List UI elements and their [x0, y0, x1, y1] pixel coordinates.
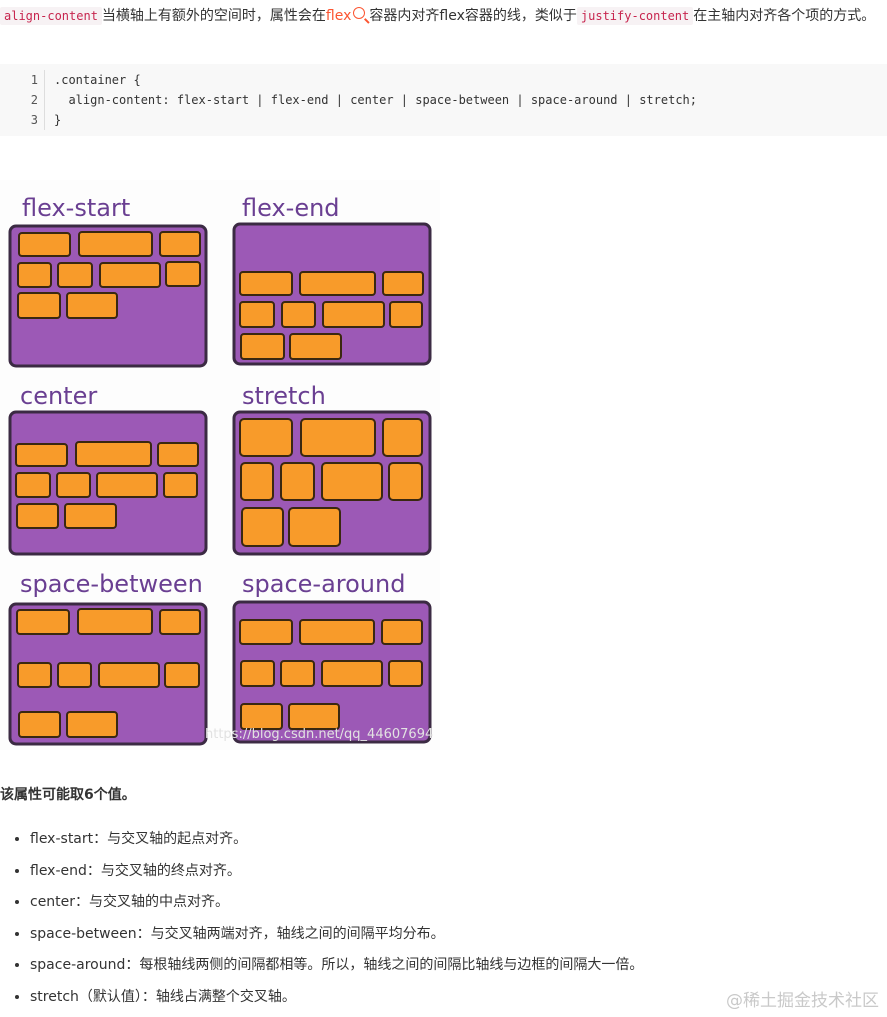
search-icon [353, 7, 366, 19]
label-flex-end: flex-end [242, 194, 340, 222]
brick [381, 619, 423, 645]
image-watermark: https://blog.csdn.net/qq_44607694 [205, 727, 434, 742]
line-number: 2 [30, 93, 38, 107]
brick [56, 472, 91, 498]
brick [388, 660, 423, 687]
brand-watermark: @稀土掘金技术社区 [726, 991, 879, 1011]
brick [17, 292, 61, 319]
code-text: .container { [54, 73, 141, 87]
flex-search-link[interactable]: flex [326, 7, 369, 24]
brick [57, 262, 93, 288]
brick [280, 462, 315, 501]
code-block: 1 .container { 2 align-content: flex-sta… [0, 64, 887, 136]
brick [382, 418, 423, 457]
align-content-illustration: flex-start flex-end center stretch space… [0, 180, 440, 750]
brick [75, 441, 152, 467]
brick [164, 662, 200, 688]
brick [240, 703, 283, 730]
brick [57, 662, 92, 688]
code-line: 1 .container { [0, 70, 887, 90]
brick [98, 662, 160, 688]
code-text: } [54, 113, 62, 127]
brick [239, 301, 275, 328]
brick [15, 443, 68, 467]
intro-text-2: 容器内对齐flex容器的线，类似于 [369, 8, 577, 24]
brick [77, 608, 153, 635]
brick [321, 462, 383, 501]
brick [240, 462, 274, 501]
brick [240, 333, 285, 360]
brick [17, 262, 52, 288]
list-item: flex-start：与交叉轴的起点对齐。 [30, 824, 870, 856]
brick [299, 619, 375, 645]
code-line: 3 } [0, 110, 887, 130]
brick [165, 261, 201, 287]
code-text: align-content: flex-start | flex-end | c… [54, 93, 697, 107]
brick [288, 703, 340, 730]
brick [64, 503, 117, 529]
label-center: center [20, 382, 97, 410]
brick [389, 301, 423, 328]
line-number: 3 [30, 113, 38, 127]
brick [288, 507, 341, 547]
brick [78, 231, 153, 257]
brick [241, 507, 284, 547]
brick [17, 662, 52, 688]
align-content-code: align-content [0, 7, 102, 25]
intro-text-1: 当横轴上有额外的空间时，属性会在 [101, 8, 326, 24]
values-heading: 该属性可能取6个值。 [0, 787, 136, 803]
brick [66, 292, 118, 319]
brick [289, 333, 342, 360]
illustration-svg: flex-start flex-end center stretch space… [8, 194, 432, 746]
intro-paragraph: align-content 当横轴上有额外的空间时，属性会在flex 容器内对齐fl… [0, 4, 887, 28]
list-item: space-around：每根轴线两侧的间隔都相等。所以，轴线之间的间隔比轴线与… [30, 950, 870, 982]
brick [163, 472, 198, 498]
justify-content-code: justify-content [576, 7, 694, 25]
brick [159, 609, 201, 635]
brick [239, 418, 293, 457]
brick [15, 472, 51, 498]
brick [157, 442, 199, 467]
brick [16, 609, 70, 635]
brick [96, 472, 158, 498]
brick [66, 711, 118, 738]
brick [280, 660, 315, 687]
brick [159, 231, 201, 257]
brick [18, 232, 71, 257]
brick [99, 262, 161, 288]
brick [240, 660, 275, 687]
list-item: flex-end：与交叉轴的终点对齐。 [30, 856, 870, 888]
brick [16, 503, 59, 529]
brick [239, 271, 293, 296]
list-item: center：与交叉轴的中点对齐。 [30, 887, 870, 919]
line-number: 1 [30, 73, 38, 87]
label-space-around: space-around [242, 570, 405, 598]
brick [388, 462, 423, 501]
label-flex-start: flex-start [22, 194, 130, 222]
brick [281, 301, 316, 328]
brick [300, 418, 376, 457]
intro-text-3: 在主轴内对齐各个项的方式。 [693, 8, 876, 24]
brick [239, 619, 293, 645]
brick [322, 301, 385, 328]
brick [18, 711, 61, 738]
brick [299, 271, 376, 296]
values-list: flex-start：与交叉轴的起点对齐。 flex-end：与交叉轴的终点对齐… [0, 824, 870, 1013]
code-line: 2 align-content: flex-start | flex-end |… [0, 90, 887, 110]
list-item: space-between：与交叉轴两端对齐，轴线之间的间隔平均分布。 [30, 919, 870, 951]
brick [321, 660, 383, 687]
label-space-between: space-between [20, 570, 203, 598]
label-stretch: stretch [242, 382, 326, 410]
brick [382, 271, 424, 296]
